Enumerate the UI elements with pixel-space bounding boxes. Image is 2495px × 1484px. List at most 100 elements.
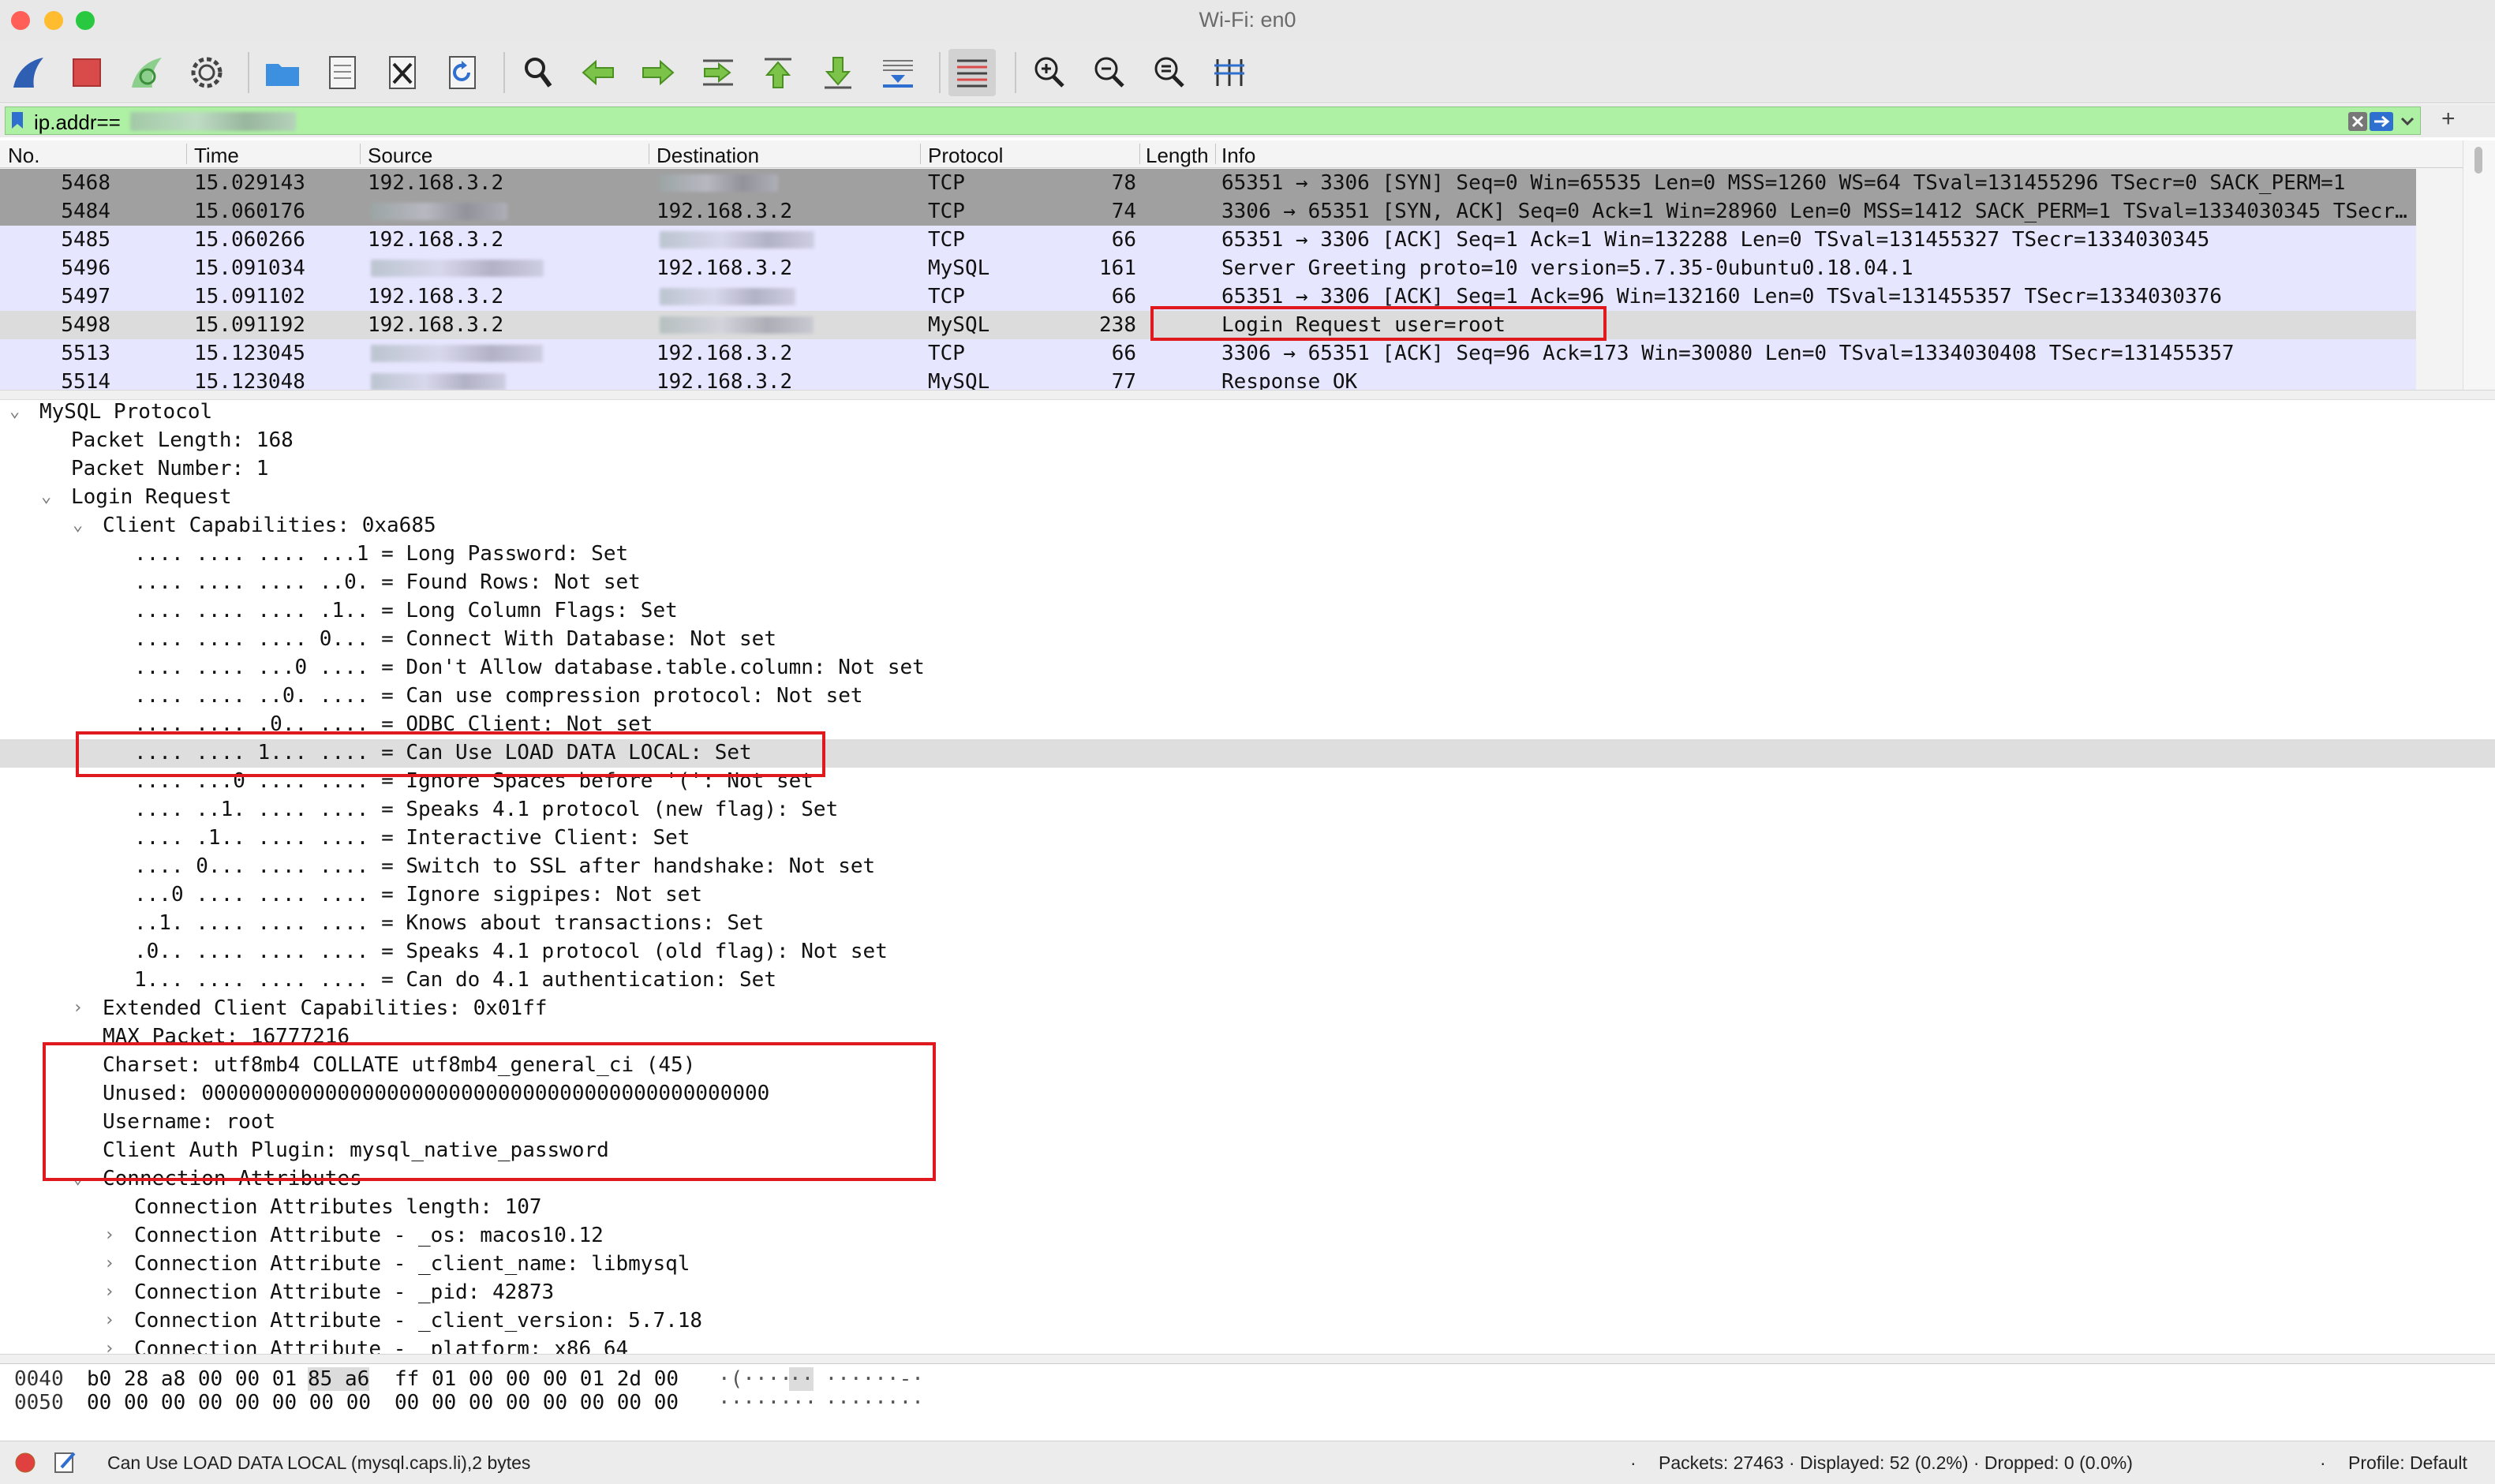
detail-line-text: Extended Client Capabilities: 0x01ff (103, 996, 548, 1020)
detail-line[interactable]: ⌄ MySQL Protocol (0, 400, 2495, 427)
column-length[interactable]: Length (1146, 144, 1217, 168)
clear-filter-icon[interactable] (2347, 111, 2368, 132)
packet-cell-time: 15.091102 (194, 285, 305, 308)
detail-line[interactable]: Packet Number: 1 (0, 455, 2495, 484)
detail-line[interactable]: › Connection Attribute - _client_name: li… (0, 1250, 2495, 1279)
detail-line[interactable]: .... ..1. .... .... = Speaks 4.1 protoco… (0, 796, 2495, 824)
chevron-right-icon[interactable]: › (104, 1282, 114, 1302)
chevron-right-icon[interactable]: › (104, 1225, 114, 1245)
packet-cell-time: 15.091192 (194, 313, 305, 337)
detail-line[interactable]: 1... .... .... .... = Can do 4.1 authent… (0, 966, 2495, 995)
packet-cell-info: 3306 → 65351 [ACK] Seq=96 Ack=173 Win=30… (1221, 342, 2235, 365)
detail-line[interactable]: ...0 .... .... .... = Ignore sigpipes: N… (0, 881, 2495, 910)
detail-line[interactable]: .... .... ..0. .... = Can use compressio… (0, 682, 2495, 711)
chevron-right-icon[interactable]: › (104, 1254, 114, 1273)
stop-icon[interactable] (63, 49, 110, 96)
chevron-down-icon[interactable]: ⌄ (41, 487, 51, 507)
colorize-icon[interactable] (948, 49, 996, 96)
detail-line-text: .... .... .... .1.. = Long Column Flags:… (134, 599, 678, 622)
title-bar: Wi-Fi: en0 (0, 0, 2495, 43)
restart-fin-icon[interactable] (123, 49, 170, 96)
resize-columns-icon[interactable] (1206, 49, 1253, 96)
display-filter-bar: ip.addr== + (0, 104, 2495, 137)
main-toolbar (0, 43, 2495, 103)
detail-line[interactable]: › Connection Attribute - _pid: 42873 (0, 1279, 2495, 1307)
detail-line[interactable]: › Connection Attribute - _platform: x86_6… (0, 1336, 2495, 1355)
reload-icon[interactable] (439, 49, 486, 96)
detail-line[interactable]: .... .... .... ..0. = Found Rows: Not se… (0, 569, 2495, 597)
packet-row[interactable]: 5485 15.060266 192.168.3.2 TCP 66 65351 → 330… (0, 226, 2416, 254)
packet-cell-protocol: TCP (928, 285, 965, 308)
redacted-address (660, 174, 778, 192)
packet-cell-time: 15.060176 (194, 200, 305, 223)
detail-line[interactable]: ⌄ Client Capabilities: 0xa685 (0, 512, 2495, 540)
detail-line[interactable]: .... .1.. .... .... = Interactive Client… (0, 824, 2495, 853)
last-packet-icon[interactable] (814, 49, 862, 96)
column-time[interactable]: Time (194, 144, 239, 168)
chevron-right-icon[interactable]: › (104, 1310, 114, 1330)
detail-line[interactable]: › Extended Client Capabilities: 0x01ff (0, 995, 2495, 1023)
back-arrow-icon[interactable] (574, 49, 622, 96)
packet-cell-source: 192.168.3.2 (368, 228, 504, 252)
search-icon[interactable] (514, 49, 562, 96)
packet-cell-source: 192.168.3.2 (368, 313, 504, 337)
detail-line[interactable]: .... .... ...0 .... = Don't Allow databa… (0, 654, 2495, 682)
chevron-right-icon[interactable]: › (73, 998, 83, 1018)
expert-info-icon[interactable] (14, 1452, 36, 1474)
forward-arrow-icon[interactable] (634, 49, 682, 96)
byte-hex-sel: 85 a6 (308, 1367, 370, 1391)
column-destination[interactable]: Destination (656, 144, 759, 168)
chevron-down-icon[interactable]: ⌄ (73, 515, 83, 535)
chevron-down-icon[interactable]: ⌄ (9, 402, 20, 421)
chevron-right-icon[interactable]: › (104, 1339, 114, 1355)
first-packet-icon[interactable] (754, 49, 802, 96)
packet-cell-length: 66 (1111, 285, 1136, 308)
packet-row[interactable]: 5468 15.029143 192.168.3.2 TCP 78 65351 → 330… (0, 169, 2416, 197)
zoom-out-icon[interactable] (1086, 49, 1133, 96)
detail-line[interactable]: .... 0... .... .... = Switch to SSL afte… (0, 853, 2495, 881)
edit-comment-icon[interactable] (54, 1450, 77, 1474)
detail-line[interactable]: .... .... .... 0... = Connect With Datab… (0, 626, 2495, 654)
zoom-in-icon[interactable] (1026, 49, 1073, 96)
status-profile[interactable]: Profile: Default (2348, 1452, 2467, 1474)
detail-line[interactable]: › Connection Attribute - _os: macos10.12 (0, 1222, 2495, 1250)
autoscroll-icon[interactable] (874, 49, 922, 96)
highlight-login-request (1150, 306, 1607, 341)
packet-row[interactable]: 5513 15.123045 192.168.3.2 TCP 66 3306 → 6535… (0, 339, 2416, 368)
detail-line[interactable]: › Connection Attribute - _client_version:… (0, 1307, 2495, 1336)
detail-line[interactable]: Connection Attributes length: 107 (0, 1194, 2495, 1222)
display-filter-input[interactable]: ip.addr== (5, 107, 2421, 135)
column-info[interactable]: Info (1221, 144, 1255, 168)
packet-cell-info: 65351 → 3306 [SYN] Seq=0 Win=65535 Len=0… (1221, 171, 2346, 195)
packet-row[interactable]: 5484 15.060176 192.168.3.2 TCP 74 3306 → 6535… (0, 197, 2416, 226)
bookmark-icon[interactable] (10, 111, 24, 130)
column-protocol[interactable]: Protocol (928, 144, 1003, 168)
apply-filter-icon[interactable] (2370, 111, 2393, 132)
detail-line[interactable]: Packet Length: 168 (0, 427, 2495, 455)
gear-icon[interactable] (183, 49, 230, 96)
detail-line[interactable]: .0.. .... .... .... = Speaks 4.1 protoco… (0, 938, 2495, 966)
detail-line-text: .... ..1. .... .... = Speaks 4.1 protoco… (134, 798, 839, 821)
add-filter-button-icon[interactable]: + (2441, 106, 2456, 133)
detail-line[interactable]: .... .... .... .1.. = Long Column Flags:… (0, 597, 2495, 626)
jump-icon[interactable] (694, 49, 742, 96)
zoom-normal-icon[interactable] (1146, 49, 1193, 96)
folder-icon[interactable] (259, 49, 306, 96)
packet-cell-info: 65351 → 3306 [ACK] Seq=1 Ack=96 Win=1321… (1221, 285, 2222, 308)
detail-line-text: Client Capabilities: 0xa685 (103, 514, 436, 537)
redacted-address (371, 373, 506, 391)
detail-line[interactable]: ⌄ Login Request (0, 484, 2495, 512)
file-icon[interactable] (319, 49, 366, 96)
redacted-address (660, 288, 795, 305)
detail-line[interactable]: ..1. .... .... .... = Knows about transa… (0, 910, 2495, 938)
packet-row[interactable]: 5496 15.091034 192.168.3.2 MySQL 161 Server G… (0, 254, 2416, 282)
byte-offset: 0040 (14, 1367, 64, 1391)
close-file-icon[interactable] (379, 49, 426, 96)
column-source[interactable]: Source (368, 144, 432, 168)
column-no[interactable]: No. (8, 144, 39, 168)
filter-value: ip.addr== (34, 110, 121, 134)
detail-line[interactable]: .... .... .... ...1 = Long Password: Set (0, 540, 2495, 569)
chevron-down-icon[interactable] (2400, 114, 2415, 129)
shark-fin-icon[interactable] (5, 49, 52, 96)
packet-list-scrollbar[interactable] (2463, 140, 2495, 390)
